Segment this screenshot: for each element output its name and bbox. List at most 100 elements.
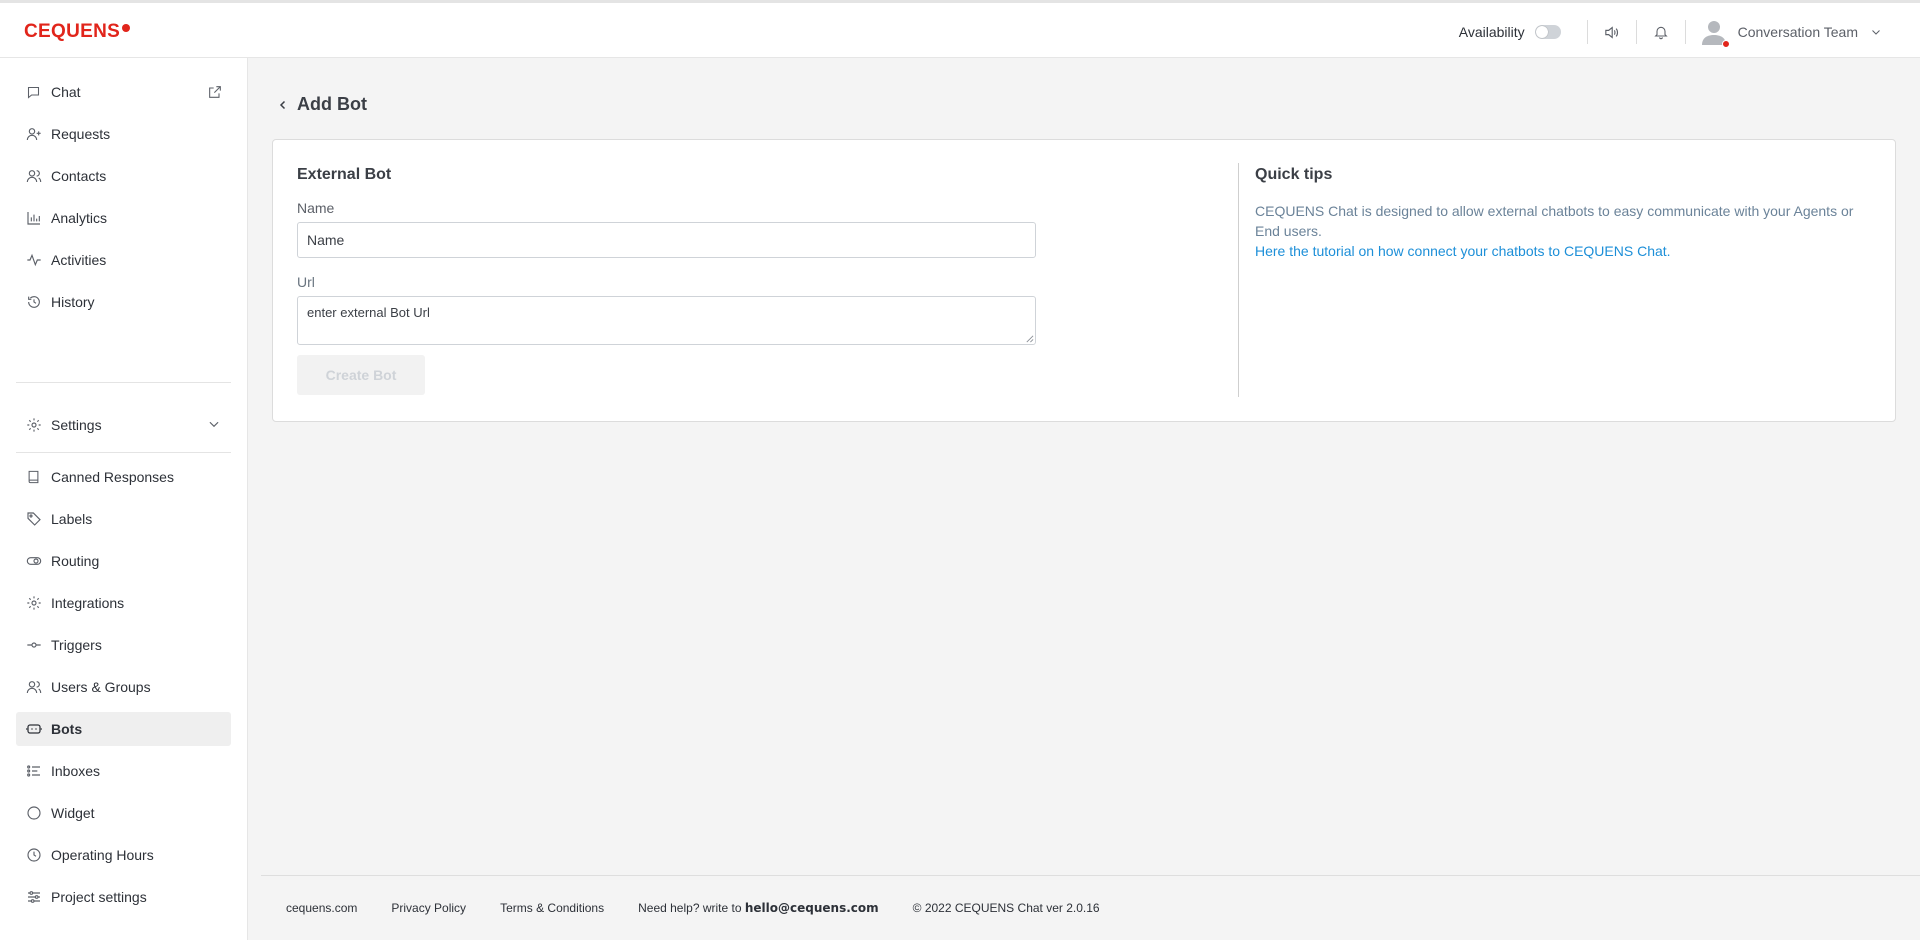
footer-privacy-link[interactable]: Privacy Policy [391,901,466,915]
history-icon [25,294,42,311]
status-dot [1721,40,1730,48]
sidebar-item-label: Project settings [51,889,147,905]
chevron-down-icon[interactable] [207,417,223,433]
sidebar-item-operating-hours[interactable]: Operating Hours [16,838,231,872]
resize-handle-icon[interactable] [1025,334,1034,343]
create-bot-button[interactable]: Create Bot [297,355,425,395]
contacts-icon [25,168,42,185]
users-icon [25,679,42,696]
url-textarea[interactable]: enter external Bot Url [297,296,1036,345]
footer-help: Need help? write to hello@cequens.com [638,901,879,915]
list-icon [25,763,42,780]
quick-tips: Quick tips CEQUENS Chat is designed to a… [1255,166,1865,261]
divider [16,452,231,453]
cequens-logo[interactable]: CEQUENS [24,21,131,43]
name-input[interactable]: Name [297,222,1036,258]
sidebar-item-widget[interactable]: Widget [16,796,231,830]
sidebar-item-label: Canned Responses [51,469,174,485]
sidebar-item-triggers[interactable]: Triggers [16,628,231,662]
tips-body: CEQUENS Chat is designed to allow extern… [1255,203,1854,239]
sidebar-item-label: Widget [51,805,95,821]
help-email-link[interactable]: hello@cequens.com [745,901,879,915]
sidebar-item-requests[interactable]: Requests [16,117,231,151]
sidebar-item-label: Contacts [51,168,107,184]
tag-icon [25,511,42,528]
bot-form: External Bot Name Name Url enter externa… [297,166,1037,395]
gear-icon [25,595,42,612]
add-user-icon [25,126,42,143]
chevron-down-icon[interactable] [1866,22,1886,42]
tutorial-link[interactable]: Here the tutorial on how connect your ch… [1255,241,1865,261]
name-label: Name [297,200,335,216]
divider [1238,163,1239,397]
sidebar-item-chat[interactable]: Chat [16,75,231,109]
avatar[interactable] [1700,18,1730,48]
toggle-icon [25,553,42,570]
book-icon [25,469,42,486]
sidebar-item-label: Settings [51,417,102,433]
bar-chart-icon [25,210,42,227]
speaker-icon[interactable] [1602,22,1622,42]
sidebar-item-integrations[interactable]: Integrations [16,586,231,620]
url-placeholder: enter external Bot Url [307,305,430,320]
sidebar-item-contacts[interactable]: Contacts [16,159,231,193]
divider [1586,20,1588,44]
sidebar-item-label: Bots [51,721,83,737]
add-bot-card: External Bot Name Name Url enter externa… [272,139,1896,422]
sidebar-item-label: Chat [51,84,81,100]
sidebar-item-label: Users & Groups [51,679,151,695]
sidebar-item-project-settings[interactable]: Project settings [16,880,231,914]
sidebar-item-label: Requests [51,126,111,142]
main-content: Add Bot External Bot Name Name Url enter… [249,58,1920,940]
availability-toggle[interactable] [1534,25,1561,39]
sidebar-item-canned-responses[interactable]: Canned Responses [16,460,231,494]
clock-icon [25,847,42,864]
sidebar-item-inboxes[interactable]: Inboxes [16,754,231,788]
sidebar-item-label: History [51,294,95,310]
sidebar-item-label: Analytics [51,210,108,226]
sidebar-item-label: Operating Hours [51,847,154,863]
user-name[interactable]: Conversation Team [1738,24,1858,40]
divider [1684,20,1686,44]
bell-icon[interactable] [1651,22,1671,42]
url-label: Url [297,274,315,290]
sidebar-item-bots[interactable]: Bots [16,712,231,746]
sidebar-item-users-groups[interactable]: Users & Groups [16,670,231,704]
divider [16,382,231,383]
footer-site-link[interactable]: cequens.com [286,901,357,915]
sidebar-item-label: Routing [51,553,100,569]
logo-text: CEQUENS [24,21,121,42]
tips-heading: Quick tips [1255,166,1333,183]
footer-copyright: © 2022 CEQUENS Chat ver 2.0.16 [912,901,1100,915]
availability-label: Availability [1458,24,1525,40]
bot-icon [25,721,42,738]
gear-icon [25,417,42,434]
divider [1635,20,1637,44]
sidebar-item-label: Integrations [51,595,125,611]
sidebar-item-history[interactable]: History [16,285,231,319]
top-bar: CEQUENS Availability Conversation Team [0,0,1920,58]
activity-icon [25,252,42,269]
sidebar-item-activities[interactable]: Activities [16,243,231,277]
help-prefix: Need help? write to [638,901,742,915]
external-link-icon[interactable] [207,84,223,100]
sidebar-item-label: Triggers [51,637,102,653]
name-placeholder: Name [307,232,345,248]
sidebar-item-labels[interactable]: Labels [16,502,231,536]
sidebar-item-label: Activities [51,252,107,268]
sidebar: Chat Requests Contacts Analytics Activit… [0,58,248,940]
commit-icon [25,637,42,654]
top-right-controls: Availability Conversation Team [1459,3,1886,61]
sidebar-item-routing[interactable]: Routing [16,544,231,578]
sidebar-item-analytics[interactable]: Analytics [16,201,231,235]
page-title: Add Bot [297,94,367,114]
footer-terms-link[interactable]: Terms & Conditions [500,901,604,915]
footer: cequens.com Privacy Policy Terms & Condi… [261,875,1920,940]
sliders-icon [25,889,42,906]
form-heading: External Bot [297,166,392,183]
sidebar-item-settings[interactable]: Settings [16,408,231,442]
sidebar-item-label: Labels [51,511,93,527]
back-link[interactable]: Add Bot [277,94,367,115]
circle-icon [25,805,42,822]
logo-dot [122,24,131,32]
